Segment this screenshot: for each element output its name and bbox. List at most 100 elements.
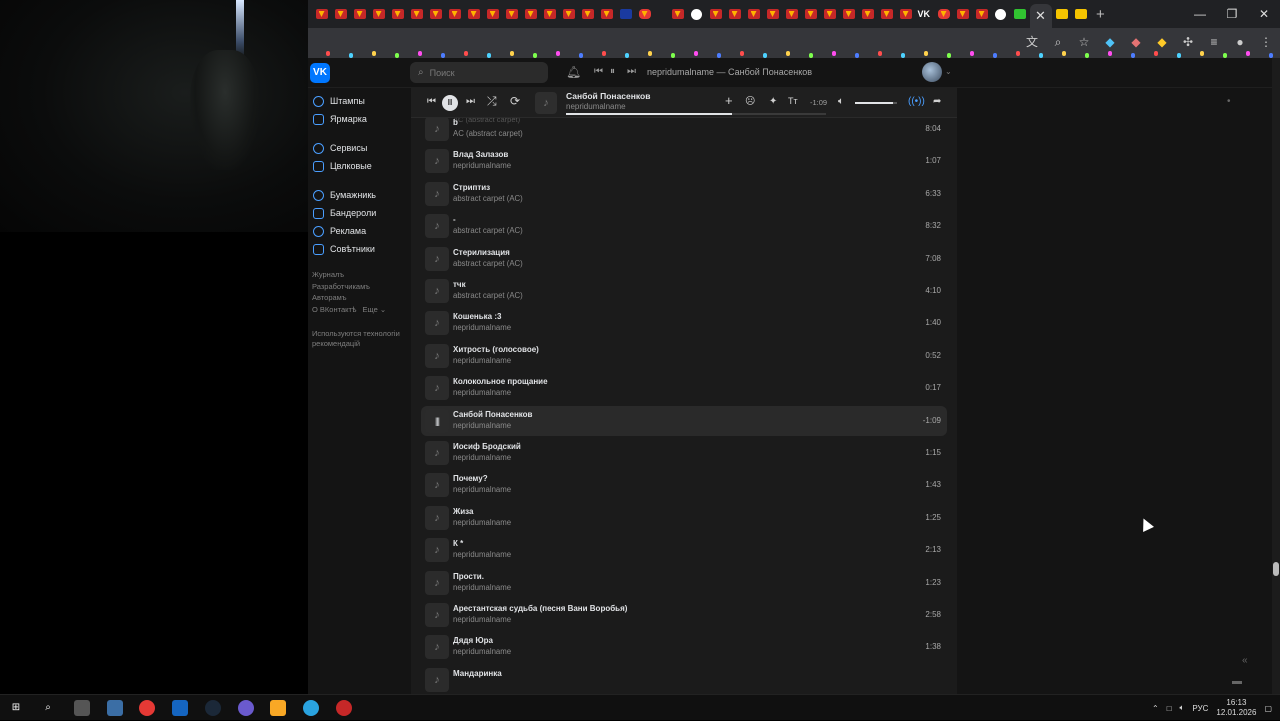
browser-tab[interactable]	[859, 5, 877, 23]
browser-tab[interactable]	[541, 5, 559, 23]
profile-icon[interactable]: ●	[1232, 34, 1248, 50]
avatar[interactable]	[922, 62, 942, 82]
lyrics-icon[interactable]: Tт	[788, 96, 798, 106]
track-title[interactable]: Хитрость (голосовое)	[453, 345, 539, 354]
browser-tab[interactable]	[783, 5, 801, 23]
bookmark-star-icon[interactable]: ☆	[1076, 34, 1092, 50]
browser-tab[interactable]	[370, 5, 388, 23]
track-title[interactable]: Колокольное прощание	[453, 377, 548, 386]
browser-tab[interactable]: VK	[916, 5, 934, 23]
obs-icon[interactable]	[336, 700, 352, 716]
sidebar-footer-link[interactable]: Еще ⌄	[363, 305, 387, 314]
browser-tab[interactable]	[745, 5, 763, 23]
browser-tab[interactable]	[579, 5, 597, 23]
music-note-icon[interactable]: ♪	[425, 473, 449, 498]
browser-tab[interactable]	[1072, 5, 1090, 23]
track-artist[interactable]: nepridumalname	[453, 485, 511, 494]
share-icon[interactable]: ➦	[933, 96, 941, 107]
browser-tab[interactable]	[503, 5, 521, 23]
track-artist[interactable]: nepridumalname	[453, 583, 511, 592]
track-row[interactable]: ||| Санбой Понасенков nepridumalname -1:09	[421, 405, 947, 436]
track-row[interactable]: ♪ Кошенька :3 nepridumalname 1:40	[421, 308, 947, 338]
explorer-icon[interactable]	[270, 700, 286, 716]
sidebar-item[interactable]: Реклама	[308, 222, 410, 240]
progress-bar[interactable]	[566, 113, 826, 115]
track-title[interactable]: Влад Залазов	[453, 150, 508, 159]
music-note-icon[interactable]: ♪	[425, 376, 449, 401]
music-note-icon[interactable]: ♪	[425, 667, 449, 692]
puzzle-icon[interactable]: ✣	[1180, 34, 1196, 50]
prev-track-icon[interactable]: ⏮︎	[427, 96, 436, 107]
browser-tab[interactable]	[465, 5, 483, 23]
close-icon[interactable]: ✕	[1035, 8, 1046, 24]
browser-tab[interactable]	[878, 5, 896, 23]
translate-icon[interactable]: 文	[1024, 34, 1040, 50]
track-title[interactable]: Иосиф Бродский	[453, 442, 521, 451]
chat-icon[interactable]: ▬	[1232, 676, 1242, 687]
calculator-icon[interactable]	[107, 700, 123, 716]
browser-tab[interactable]	[408, 5, 426, 23]
music-note-icon[interactable]: ♪	[425, 441, 449, 465]
browser-tab[interactable]	[707, 5, 725, 23]
track-row[interactable]: ♪ Дядя Юра nepridumalname 1:38	[421, 632, 947, 662]
track-row[interactable]: ♪ Почему? nepridumalname 1:43	[421, 470, 947, 500]
volume-slider[interactable]	[855, 102, 897, 104]
track-artist[interactable]: nepridumalname	[453, 421, 511, 430]
track-artist[interactable]: nepridumalname	[453, 615, 511, 624]
chevron-down-icon[interactable]: ⌄	[945, 67, 952, 76]
track-row[interactable]: ♪ Прости. nepridumalname 1:23	[421, 568, 947, 598]
track-title[interactable]: Кошенька :3	[453, 312, 501, 321]
sidebar-item[interactable]: Штампы	[308, 92, 410, 110]
track-artist[interactable]: nepridumalname	[453, 453, 511, 462]
track-artist[interactable]: abstract carpet (AC)	[453, 291, 523, 300]
track-artist[interactable]: nepridumalname	[453, 323, 511, 332]
volume-icon[interactable]: 🔈︎	[838, 96, 844, 107]
track-title[interactable]: Жиза	[453, 507, 473, 516]
browser-tab[interactable]	[669, 5, 687, 23]
notification-icon[interactable]: ▢	[1264, 704, 1272, 713]
sparkle-icon[interactable]: ✦	[769, 96, 777, 107]
track-title[interactable]: Прости.	[453, 572, 484, 581]
browser-tab[interactable]	[617, 5, 635, 23]
browser-tab[interactable]	[446, 5, 464, 23]
active-tab[interactable]: ✕	[1029, 4, 1052, 28]
track-row[interactable]: ♪ Жиза nepridumalname 1:25	[421, 503, 947, 533]
sidebar-footer-link[interactable]: О ВКонтактѣ	[312, 305, 357, 314]
bell-icon[interactable]: 🔔︎	[566, 65, 581, 79]
music-note-icon[interactable]: ♪	[425, 505, 449, 530]
taskbar-app-icon[interactable]	[172, 700, 188, 716]
zoom-icon[interactable]: ⌕	[1050, 34, 1066, 50]
clock[interactable]: 16:13 12.01.2026	[1216, 698, 1256, 718]
extension-icon[interactable]: ◆	[1154, 34, 1170, 50]
sidebar-footer-link[interactable]: Разработчикамъ	[312, 281, 410, 293]
music-note-icon[interactable]: ♪	[425, 246, 449, 271]
sidebar-item[interactable]: Совѣтники	[308, 240, 410, 258]
browser-tab[interactable]	[764, 5, 782, 23]
windows-start-icon[interactable]: ⊞	[8, 700, 24, 716]
browser-tab[interactable]	[332, 5, 350, 23]
music-note-icon[interactable]: ♪	[425, 570, 449, 595]
music-note-icon[interactable]: ♪	[425, 635, 449, 660]
track-title[interactable]: Мандаринка	[453, 669, 502, 678]
track-title[interactable]: тчк	[453, 280, 466, 289]
sidebar-item[interactable]: Бандероли	[308, 204, 410, 222]
search-box[interactable]: ⌕	[410, 62, 548, 83]
sidebar-footer-link[interactable]: Журналъ	[312, 269, 410, 281]
track-title[interactable]: Санбой Понасенков	[453, 410, 532, 419]
prev-icon[interactable]: ⏮︎	[594, 66, 603, 77]
network-icon[interactable]: □	[1167, 704, 1172, 713]
next-track-icon[interactable]: ⏭︎	[466, 96, 475, 107]
music-note-icon[interactable]: ♪	[425, 181, 449, 206]
dislike-icon[interactable]: ☹	[745, 96, 755, 107]
steam-icon[interactable]	[205, 700, 221, 716]
browser-tab[interactable]	[351, 5, 369, 23]
track-title[interactable]: -	[453, 215, 456, 224]
browser-tab[interactable]	[427, 5, 445, 23]
track-title[interactable]: Стерилизация	[453, 248, 510, 257]
player-title[interactable]: Санбой Понасенков	[566, 91, 650, 101]
language-indicator[interactable]: РУС	[1192, 704, 1208, 713]
extension-icon[interactable]: ◆	[1128, 34, 1144, 50]
track-row[interactable]: ♪ Стриптиз abstract carpet (AC) 6:33	[421, 179, 947, 209]
volume-tray-icon[interactable]: 🔈︎	[1180, 703, 1185, 713]
music-note-icon[interactable]: ♪	[425, 117, 449, 141]
